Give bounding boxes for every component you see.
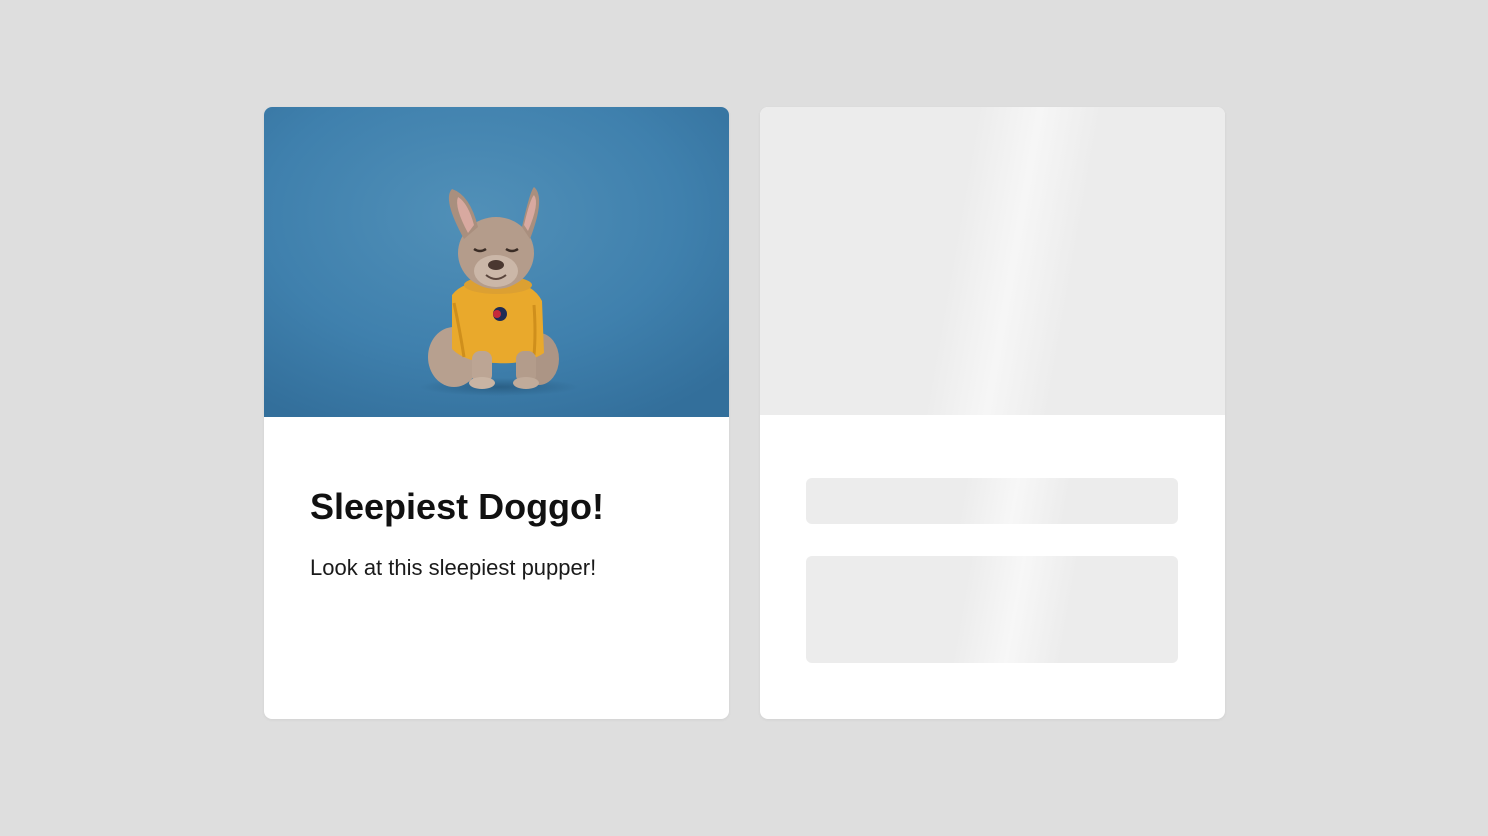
skeleton-card xyxy=(760,107,1225,719)
card-description: Look at this sleepiest pupper! xyxy=(310,555,597,580)
skeleton-title-placeholder xyxy=(806,478,1178,524)
card-title: Sleepiest Doggo! xyxy=(310,486,605,527)
card-body: Sleepiest Doggo! Look at this sleepiest … xyxy=(264,417,729,581)
skeleton-text-placeholder xyxy=(806,556,1178,663)
skeleton-image-placeholder xyxy=(760,107,1225,415)
page-canvas: Sleepiest Doggo! Look at this sleepiest … xyxy=(0,0,1488,836)
dog-card[interactable]: Sleepiest Doggo! Look at this sleepiest … xyxy=(264,107,729,719)
dog-photo xyxy=(264,107,729,417)
